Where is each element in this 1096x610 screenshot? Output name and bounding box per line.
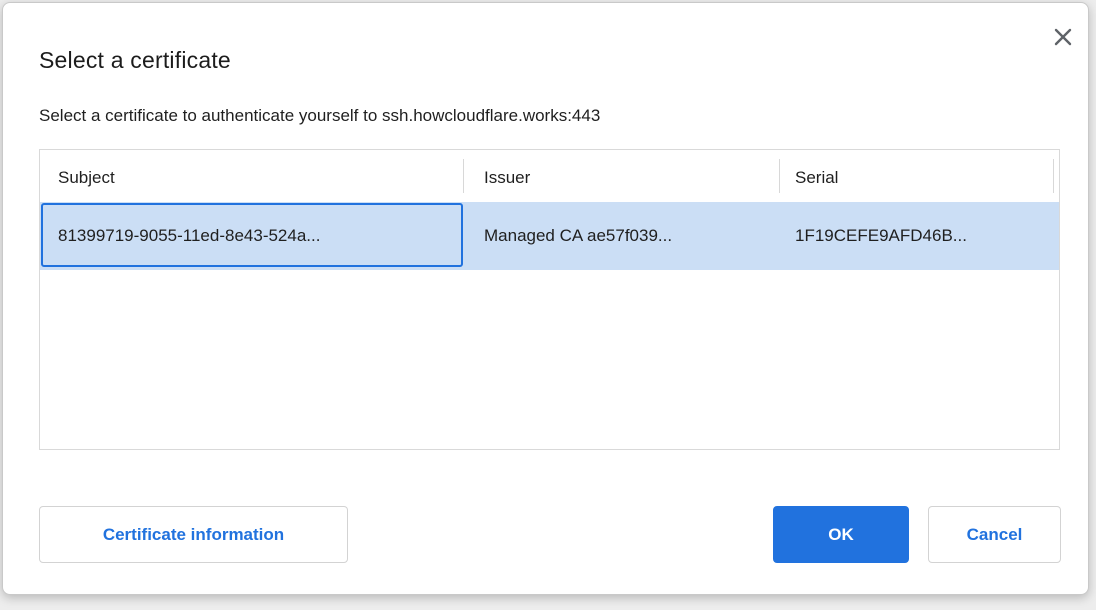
close-icon	[1052, 26, 1074, 48]
certificate-row-selected[interactable]: 81399719-9055-11ed-8e43-524a... Managed …	[40, 202, 1059, 270]
cell-serial: 1F19CEFE9AFD46B...	[795, 202, 967, 270]
dialog-title: Select a certificate	[39, 47, 231, 74]
ok-button[interactable]: OK	[773, 506, 909, 563]
column-divider	[779, 159, 780, 193]
select-certificate-dialog: Select a certificate Select a certificat…	[2, 2, 1089, 595]
certificate-information-button[interactable]: Certificate information	[39, 506, 348, 563]
column-header-serial: Serial	[795, 150, 838, 202]
cell-issuer: Managed CA ae57f039...	[484, 202, 672, 270]
certificate-table-header: Subject Issuer Serial	[40, 150, 1059, 202]
column-divider	[463, 159, 464, 193]
column-header-issuer: Issuer	[484, 150, 530, 202]
certificate-table: Subject Issuer Serial 81399719-9055-11ed…	[39, 149, 1060, 450]
column-header-subject: Subject	[58, 150, 115, 202]
cell-subject: 81399719-9055-11ed-8e43-524a...	[58, 202, 320, 270]
cancel-button[interactable]: Cancel	[928, 506, 1061, 563]
close-button[interactable]	[1048, 22, 1078, 52]
dialog-subtitle: Select a certificate to authenticate you…	[39, 106, 600, 126]
column-divider	[1053, 159, 1054, 193]
